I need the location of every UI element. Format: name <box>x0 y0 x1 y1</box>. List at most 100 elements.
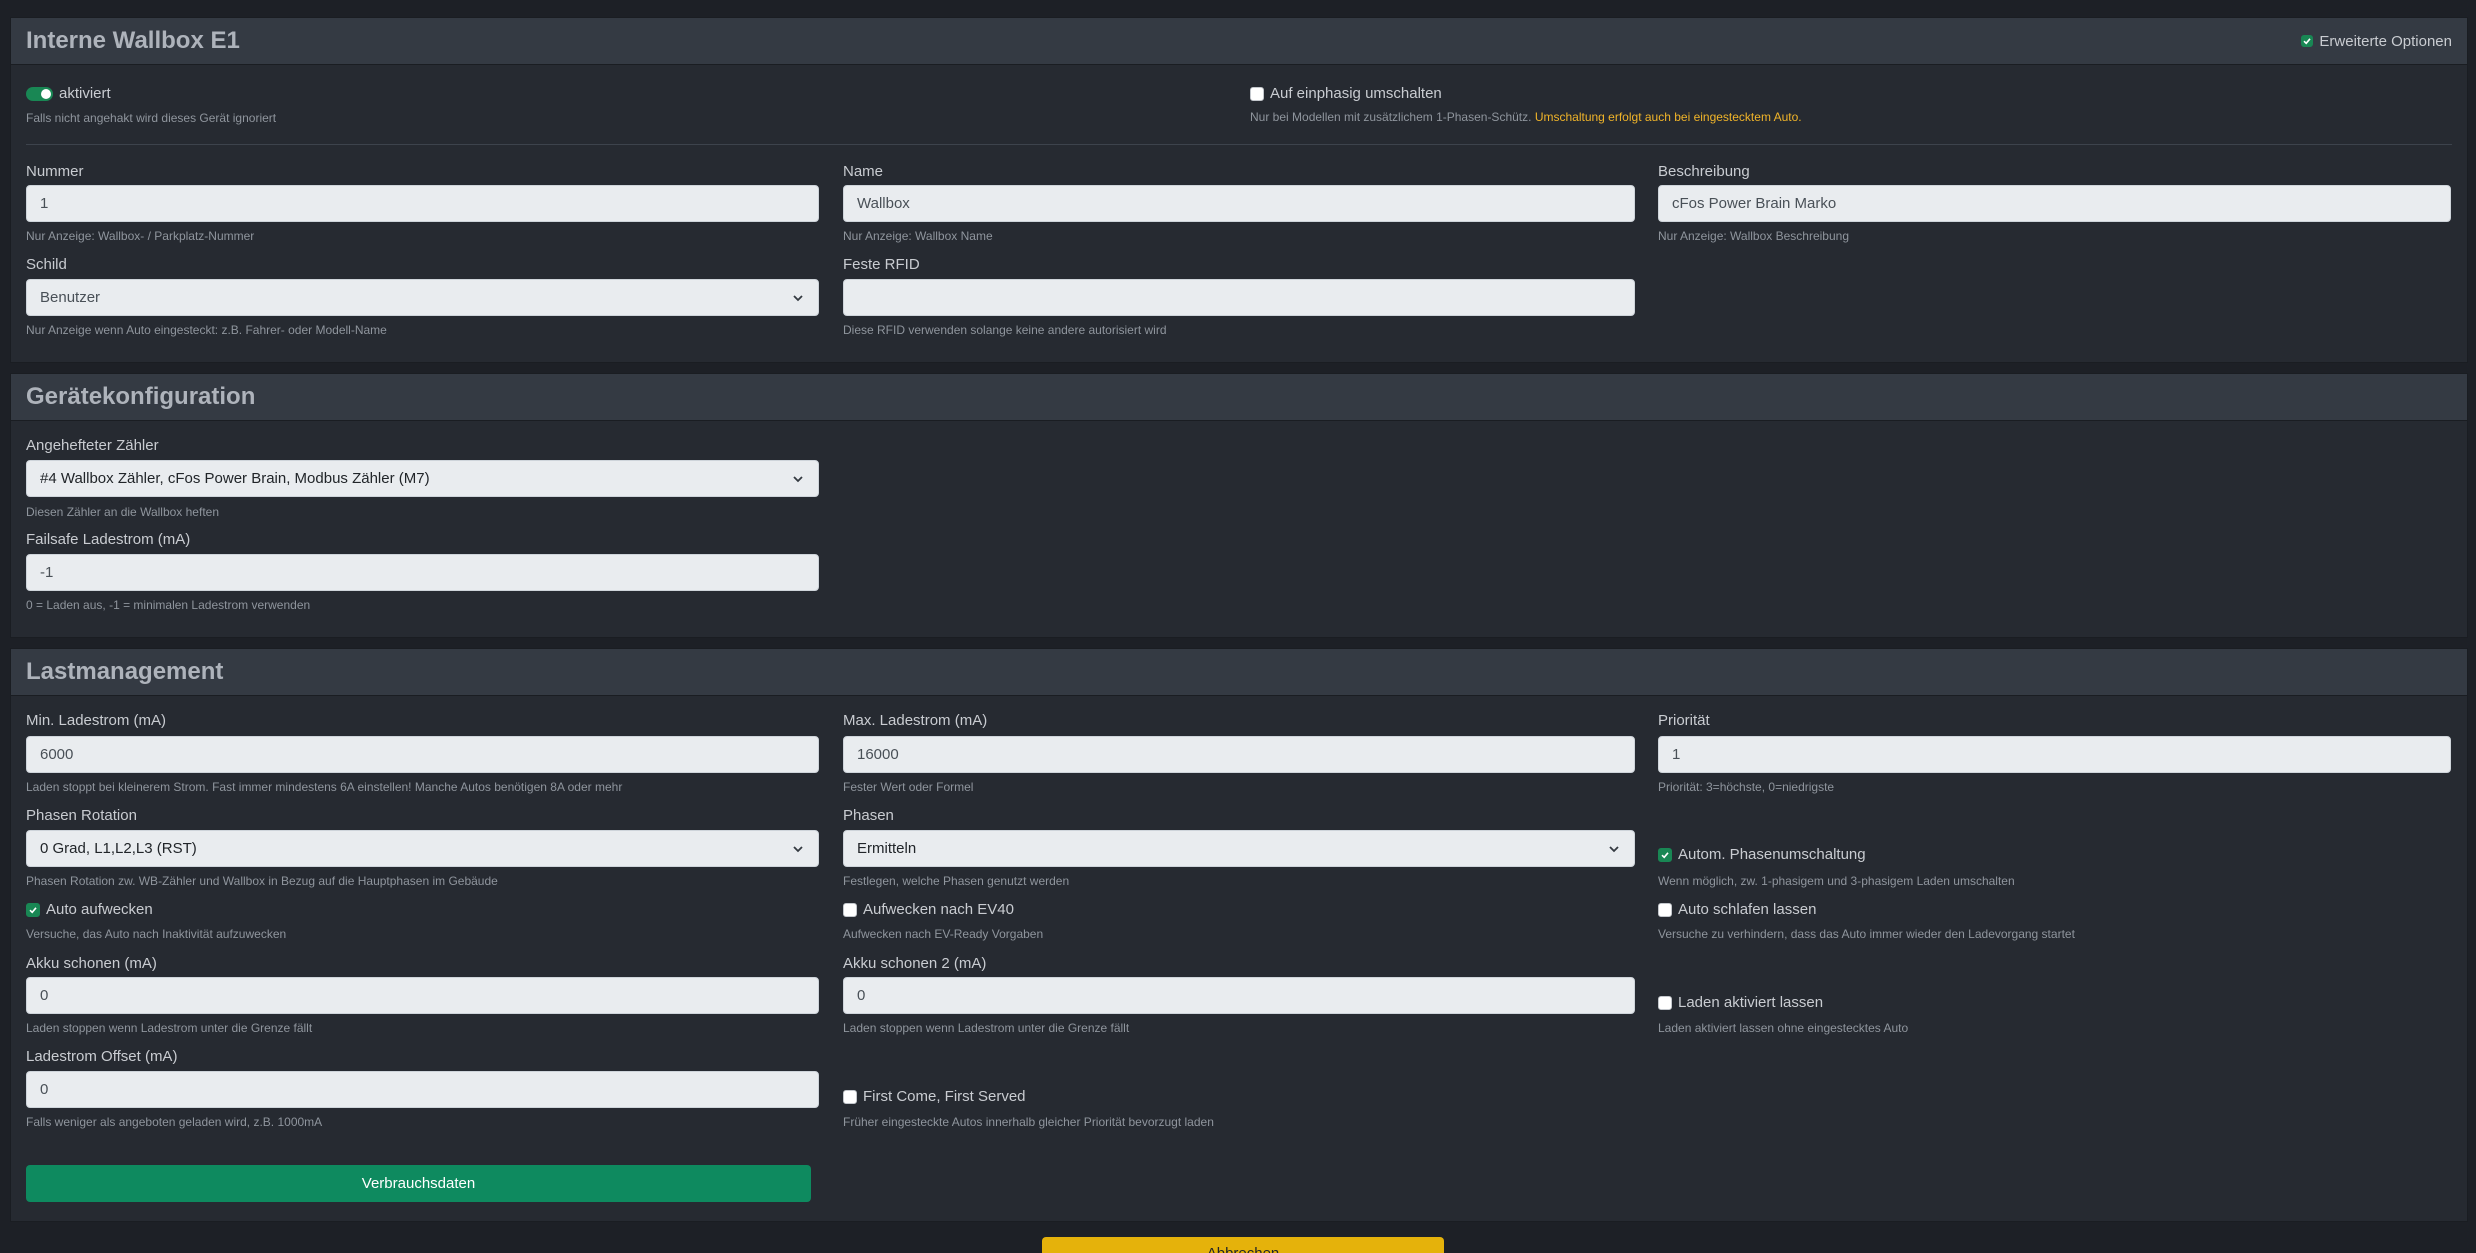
auto-phase-help: Wenn möglich, zw. 1-phasigem und 3-phasi… <box>1658 874 2015 888</box>
fcfs-help: Früher eingesteckte Autos innerhalb glei… <box>843 1115 1214 1129</box>
phases-select-value: Ermitteln <box>857 840 917 857</box>
battery-help: Laden stoppen wenn Ladestrom unter die G… <box>26 1021 313 1035</box>
min-current-input[interactable]: 6000 <box>26 736 819 773</box>
name-help: Nur Anzeige: Wallbox Name <box>843 229 993 243</box>
single-phase-help: Nur bei Modellen mit zusätzlichem 1-Phas… <box>1250 110 1802 124</box>
sleep-checkbox[interactable] <box>1658 902 1672 917</box>
consumption-data-button[interactable]: Verbrauchsdaten <box>26 1165 811 1202</box>
sign-select[interactable]: Benutzer <box>26 279 819 316</box>
name-input[interactable]: Wallbox <box>843 185 1635 222</box>
battery2-label: Akku schonen 2 (mA) <box>843 955 987 972</box>
auto-phase-checkbox[interactable] <box>1658 847 1672 862</box>
wake-ev40-checkbox[interactable] <box>843 902 857 917</box>
single-phase-row[interactable]: Auf einphasig umschalten <box>1250 85 1442 102</box>
offset-input[interactable]: 0 <box>26 1071 819 1108</box>
min-current-help: Laden stoppt bei kleinerem Strom. Fast i… <box>26 780 623 794</box>
battery-input[interactable]: 0 <box>26 977 819 1014</box>
number-label: Nummer <box>26 163 84 180</box>
meter-select[interactable]: #4 Wallbox Zähler, cFos Power Brain, Mod… <box>26 460 819 497</box>
enabled-label: aktiviert <box>59 85 111 102</box>
keep-checkbox[interactable] <box>1658 995 1672 1010</box>
load-card-title: Lastmanagement <box>26 658 224 685</box>
sign-select-value: Benutzer <box>40 289 101 306</box>
priority-help: Priorität: 3=höchste, 0=niedrigste <box>1658 780 1835 794</box>
wallbox-divider <box>26 144 2452 145</box>
priority-input[interactable]: 1 <box>1658 736 2451 773</box>
wake-row[interactable]: Auto aufwecken <box>26 901 153 918</box>
wallbox-card-header: Interne Wallbox E1 Erweiterte Optionen <box>11 18 2467 65</box>
rotation-select[interactable]: 0 Grad, L1,L2,L3 (RST) <box>26 830 819 867</box>
load-card-header: Lastmanagement <box>11 649 2467 696</box>
fcfs-checkbox[interactable] <box>843 1089 857 1104</box>
meter-select-value: #4 Wallbox Zähler, cFos Power Brain, Mod… <box>40 470 430 487</box>
failsafe-help: 0 = Laden aus, -1 = minimalen Ladestrom … <box>26 598 311 612</box>
enabled-help: Falls nicht angehakt wird dieses Gerät i… <box>26 111 277 125</box>
auto-phase-row[interactable]: Autom. Phasenumschaltung <box>1658 846 1866 863</box>
keep-row[interactable]: Laden aktiviert lassen <box>1658 994 1823 1011</box>
advanced-options-label: Erweiterte Optionen <box>2319 32 2452 50</box>
priority-label: Priorität <box>1658 712 1710 729</box>
wake-help: Versuche, das Auto nach Inaktivität aufz… <box>26 927 287 941</box>
number-help: Nur Anzeige: Wallbox- / Parkplatz-Nummer <box>26 229 255 243</box>
description-label: Beschreibung <box>1658 163 1750 180</box>
single-phase-warning: Umschaltung erfolgt auch bei eingesteckt… <box>1534 110 1802 124</box>
rotation-label: Phasen Rotation <box>26 807 137 824</box>
phases-label: Phasen <box>843 807 894 824</box>
rfid-label: Feste RFID <box>843 256 920 273</box>
min-current-label: Min. Ladestrom (mA) <box>26 712 167 729</box>
checkmark-icon <box>1661 851 1669 858</box>
battery2-input[interactable]: 0 <box>843 977 1635 1014</box>
meter-label: Angehefteter Zähler <box>26 437 159 454</box>
description-input[interactable]: cFos Power Brain Marko <box>1658 185 2451 222</box>
max-current-help: Fester Wert oder Formel <box>843 780 974 794</box>
battery2-help: Laden stoppen wenn Ladestrom unter die G… <box>843 1021 1130 1035</box>
fcfs-row[interactable]: First Come, First Served <box>843 1088 1026 1105</box>
max-current-input[interactable]: 16000 <box>843 736 1635 773</box>
number-input[interactable]: 1 <box>26 185 819 222</box>
fcfs-label: First Come, First Served <box>863 1088 1026 1105</box>
chevron-down-icon <box>791 842 805 856</box>
cancel-button[interactable]: Abbrechen <box>1042 1237 1444 1253</box>
description-help: Nur Anzeige: Wallbox Beschreibung <box>1658 229 1849 243</box>
chevron-down-icon <box>1607 842 1621 856</box>
advanced-options-toggle[interactable]: Erweiterte Optionen <box>2301 33 2452 50</box>
device-card-header: Gerätekonfiguration <box>11 374 2467 421</box>
max-current-label: Max. Ladestrom (mA) <box>843 712 988 729</box>
enabled-switch[interactable] <box>26 86 53 101</box>
checkmark-icon <box>2303 38 2312 45</box>
keep-help: Laden aktiviert lassen ohne eingesteckte… <box>1658 1021 1909 1035</box>
load-card: Lastmanagement <box>10 648 2468 1222</box>
single-phase-help-text: Nur bei Modellen mit zusätzlichem 1-Phas… <box>1250 110 1532 124</box>
wake-ev40-help: Aufwecken nach EV-Ready Vorgaben <box>843 927 1044 941</box>
meter-help: Diesen Zähler an die Wallbox heften <box>26 505 219 519</box>
offset-help: Falls weniger als angeboten geladen wird… <box>26 1115 323 1129</box>
rfid-input[interactable] <box>843 279 1635 316</box>
rotation-help: Phasen Rotation zw. WB-Zähler und Wallbo… <box>26 874 498 888</box>
keep-label: Laden aktiviert lassen <box>1678 994 1824 1011</box>
wake-label: Auto aufwecken <box>46 901 153 918</box>
phases-help: Festlegen, welche Phasen genutzt werden <box>843 874 1070 888</box>
device-card: Gerätekonfiguration <box>10 373 2468 638</box>
failsafe-input[interactable]: -1 <box>26 554 819 591</box>
wallbox-card-title: Interne Wallbox E1 <box>26 27 240 54</box>
offset-label: Ladestrom Offset (mA) <box>26 1048 178 1065</box>
phases-select[interactable]: Ermitteln <box>843 830 1635 867</box>
name-label: Name <box>843 163 884 180</box>
single-phase-checkbox[interactable] <box>1250 86 1264 101</box>
chevron-down-icon <box>791 291 805 305</box>
sign-label: Schild <box>26 256 67 273</box>
rfid-help: Diese RFID verwenden solange keine ander… <box>843 323 1167 337</box>
single-phase-label: Auf einphasig umschalten <box>1270 85 1442 102</box>
sign-help: Nur Anzeige wenn Auto eingesteckt: z.B. … <box>26 323 387 337</box>
wake-ev40-row[interactable]: Aufwecken nach EV40 <box>843 901 1014 918</box>
failsafe-label: Failsafe Ladestrom (mA) <box>26 531 191 548</box>
wake-ev40-label: Aufwecken nach EV40 <box>863 901 1014 918</box>
sleep-help: Versuche zu verhindern, dass das Auto im… <box>1658 927 2075 941</box>
enabled-switch-row[interactable]: aktiviert <box>26 85 111 102</box>
rotation-select-value: 0 Grad, L1,L2,L3 (RST) <box>40 840 197 857</box>
advanced-options-checkbox[interactable] <box>2301 35 2314 47</box>
chevron-down-icon <box>791 472 805 486</box>
wake-checkbox[interactable] <box>26 902 40 917</box>
sleep-row[interactable]: Auto schlafen lassen <box>1658 901 1816 918</box>
device-card-title: Gerätekonfiguration <box>26 383 256 410</box>
